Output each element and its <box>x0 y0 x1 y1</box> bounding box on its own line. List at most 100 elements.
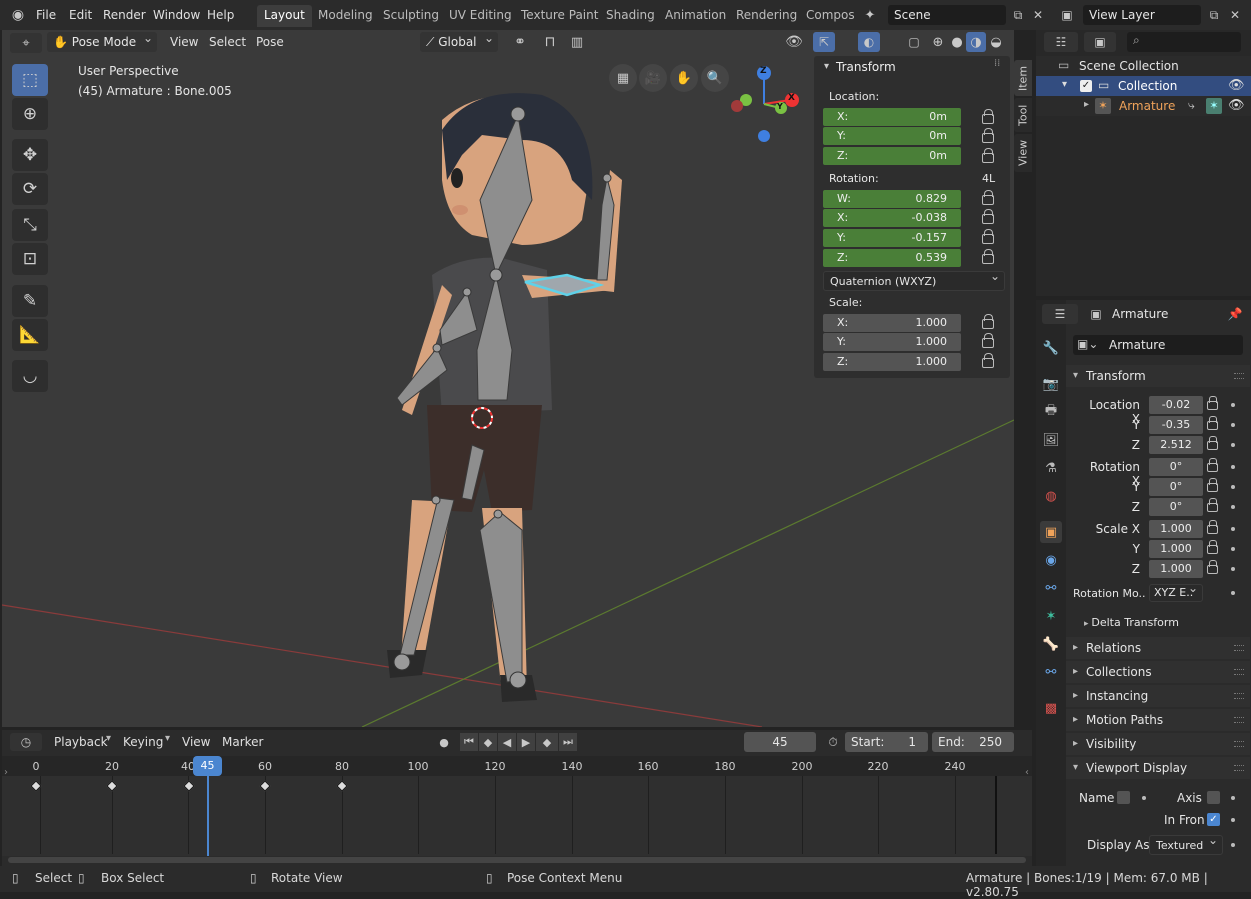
tab-compositing[interactable]: Compos <box>806 8 855 22</box>
play-icon[interactable]: ▶ <box>517 733 535 751</box>
tab-texture-paint[interactable]: Texture Paint <box>521 8 598 22</box>
prop-scale-x-field[interactable]: 1.000 <box>1149 520 1203 538</box>
tab-rendering[interactable]: Rendering <box>736 8 797 22</box>
lock-icon[interactable] <box>982 353 994 368</box>
close-scene-icon[interactable]: ✕ <box>1029 5 1047 25</box>
prop-location-y-field[interactable]: -0.35 <box>1149 416 1203 434</box>
cursor-tool-icon[interactable]: ⊕ <box>12 98 48 130</box>
eye-icon[interactable]: 👁 <box>1228 78 1245 93</box>
outliner-row-collection[interactable]: ▾ ✓ ▭ Collection 👁 <box>1036 76 1251 96</box>
lock-icon[interactable] <box>1207 540 1218 554</box>
mode-dropdown[interactable]: ✋ Pose Mode <box>47 28 157 52</box>
playhead-frame-badge[interactable]: 45 <box>193 756 222 776</box>
keyframe-dot-icon[interactable] <box>1231 567 1235 571</box>
next-keyframe-icon[interactable]: ◆ <box>536 733 558 751</box>
material-shading-icon[interactable]: ◑ <box>966 32 986 52</box>
start-frame-field[interactable]: Start: 1 <box>845 732 928 752</box>
prop-location-z-field[interactable]: 2.512 <box>1149 436 1203 454</box>
xray-icon[interactable]: ▢ <box>904 32 924 52</box>
expand-arrow-icon[interactable]: ▸ <box>1084 99 1089 110</box>
measure-tool-icon[interactable]: 📐 <box>12 319 48 351</box>
new-view-layer-icon[interactable]: ⧉ <box>1204 5 1224 25</box>
rendered-shading-icon[interactable]: ◒ <box>987 32 1005 52</box>
outliner-row-scene-collection[interactable]: ▭ Scene Collection <box>1036 56 1251 76</box>
camera-view-icon[interactable]: 🎥 <box>639 64 667 92</box>
npanel-title[interactable]: Transform <box>836 60 896 74</box>
timeline-editor-type-icon[interactable]: ◷ <box>10 733 42 751</box>
physics-tab-icon[interactable]: ◉ <box>1040 549 1062 571</box>
menu-help[interactable]: Help <box>207 8 234 22</box>
lock-icon[interactable] <box>1207 520 1218 534</box>
tab-modeling[interactable]: Modeling <box>318 8 373 22</box>
play-reverse-icon[interactable]: ◀ <box>498 733 516 751</box>
bone-constraints-tab-icon[interactable]: ⚯ <box>1040 661 1062 683</box>
timeline-menu-view[interactable]: View <box>182 735 210 749</box>
section-delta-transform[interactable]: ▸ Delta Transform <box>1084 616 1179 629</box>
prop-scale-z-field[interactable]: 1.000 <box>1149 560 1203 578</box>
scale-tool-icon[interactable]: ⤡ <box>12 209 48 241</box>
lock-icon[interactable] <box>982 128 994 143</box>
toggle-perspective-icon[interactable]: ▦ <box>609 64 637 92</box>
wireframe-shading-icon[interactable]: ⊕ <box>929 32 947 52</box>
scene-tab-icon[interactable]: ⚗ <box>1040 457 1062 479</box>
solid-shading-icon[interactable]: ● <box>948 32 966 52</box>
datablock-name-field[interactable]: Armature <box>1073 335 1243 355</box>
orientation-dropdown[interactable]: ⟋ Global <box>420 28 498 52</box>
lock-icon[interactable] <box>982 314 994 329</box>
menu-edit[interactable]: Edit <box>69 8 92 22</box>
pan-view-icon[interactable]: ✋ <box>670 64 698 92</box>
object-tab-icon[interactable]: ▣ <box>1040 521 1062 543</box>
tab-sculpting[interactable]: Sculpting <box>383 8 439 22</box>
scene-name-field[interactable]: Scene <box>888 5 1006 25</box>
rotation-z-field[interactable]: Z: 0.539 <box>823 249 961 267</box>
sidebar-tab-view[interactable]: View <box>1014 134 1032 172</box>
tab-layout[interactable]: Layout <box>257 5 312 27</box>
keyframe-dot-icon[interactable] <box>1231 591 1235 595</box>
location-y-field[interactable]: Y: 0m <box>823 127 961 145</box>
lock-icon[interactable] <box>1207 396 1218 410</box>
overlay-toggle-icon[interactable]: ◐ <box>858 32 880 52</box>
lock-icon[interactable] <box>1207 478 1218 492</box>
expand-arrow-icon[interactable]: ▾ <box>1062 79 1067 90</box>
timeline-scrollbar[interactable] <box>8 857 1026 863</box>
keyframe-dot-icon[interactable] <box>1231 796 1235 800</box>
section-relations[interactable]: Relations <box>1066 637 1250 659</box>
keyframe-dot-icon[interactable] <box>1231 818 1235 822</box>
annotate-tool-icon[interactable]: ✎ <box>12 285 48 317</box>
orientation-gizmo[interactable]: Z X Y <box>726 62 804 146</box>
section-instancing[interactable]: Instancing <box>1066 685 1250 707</box>
prev-keyframe-icon[interactable]: ◆ <box>479 733 497 751</box>
prop-scale-y-field[interactable]: 1.000 <box>1149 540 1203 558</box>
keyframe-dot-icon[interactable] <box>1231 403 1235 407</box>
rotation-4l-toggle[interactable]: 4L <box>982 172 995 185</box>
section-collections[interactable]: Collections <box>1066 661 1250 683</box>
section-transform[interactable]: Transform <box>1066 365 1250 387</box>
rotation-mode-dropdown[interactable]: Quaternion (WXYZ) <box>823 268 1005 291</box>
lock-icon[interactable] <box>982 333 994 348</box>
menu-window[interactable]: Window <box>153 8 200 22</box>
tab-animation[interactable]: Animation <box>665 8 726 22</box>
outliner-search-input[interactable] <box>1127 32 1241 52</box>
axis-checkbox[interactable] <box>1207 791 1220 804</box>
viewport-menu-select[interactable]: Select <box>209 35 246 49</box>
keyframe-dot-icon[interactable] <box>1231 527 1235 531</box>
keyframe-dot-icon[interactable] <box>1231 547 1235 551</box>
chevron-right-icon[interactable]: › <box>4 767 8 778</box>
menu-file[interactable]: File <box>36 8 56 22</box>
panel-collapse-icon[interactable]: ▾ <box>824 61 829 72</box>
pose-relax-tool-icon[interactable]: ◡ <box>12 360 48 392</box>
editor-type-icon[interactable]: ⌖ <box>10 33 42 53</box>
current-frame-field[interactable]: 45 <box>744 732 816 752</box>
render-tab-icon[interactable]: 📷 <box>1040 373 1062 395</box>
timeline-menu-marker[interactable]: Marker <box>222 735 263 749</box>
name-checkbox[interactable] <box>1117 791 1130 804</box>
properties-editor-type-icon[interactable]: ☰ <box>1042 304 1078 324</box>
keyframe-dot-icon[interactable] <box>1231 485 1235 489</box>
lock-icon[interactable] <box>1207 458 1218 472</box>
lock-icon[interactable] <box>982 229 994 244</box>
sidebar-tab-item[interactable]: Item <box>1014 60 1032 96</box>
timeline-menu-keying[interactable]: Keying <box>123 735 163 749</box>
world-tab-icon[interactable]: ◍ <box>1040 485 1062 507</box>
panel-grip-icon[interactable]: ⁞⁞ <box>994 58 1000 69</box>
stopwatch-icon[interactable]: ⏱ <box>823 733 843 751</box>
